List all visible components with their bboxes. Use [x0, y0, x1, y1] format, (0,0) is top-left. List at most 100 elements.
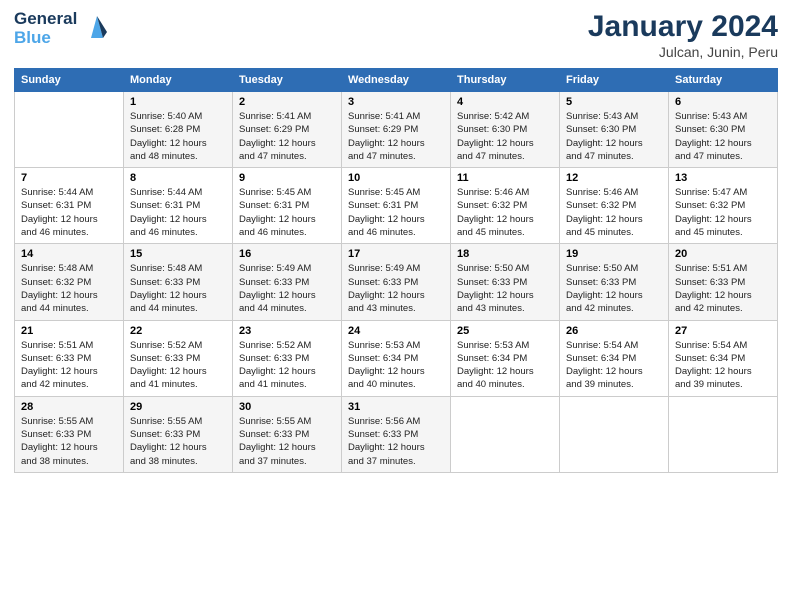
day-number: 13: [675, 172, 771, 184]
day-cell: 13 Sunrise: 5:47 AMSunset: 6:32 PMDayligh…: [669, 168, 778, 244]
day-cell: 6 Sunrise: 5:43 AMSunset: 6:30 PMDaylight…: [669, 92, 778, 168]
day-info: Sunrise: 5:45 AMSunset: 6:31 PMDaylight:…: [348, 186, 444, 239]
header: General Blue January 2024 Julcan, Junin,…: [14, 10, 778, 60]
day-info: Sunrise: 5:44 AMSunset: 6:31 PMDaylight:…: [130, 186, 226, 239]
day-number: 23: [239, 325, 335, 337]
day-cell: 26 Sunrise: 5:54 AMSunset: 6:34 PMDayligh…: [560, 320, 669, 396]
day-info: Sunrise: 5:55 AMSunset: 6:33 PMDaylight:…: [239, 415, 335, 468]
week-row-4: 21 Sunrise: 5:51 AMSunset: 6:33 PMDayligh…: [15, 320, 778, 396]
day-cell: 4 Sunrise: 5:42 AMSunset: 6:30 PMDaylight…: [451, 92, 560, 168]
day-info: Sunrise: 5:49 AMSunset: 6:33 PMDaylight:…: [239, 262, 335, 315]
header-cell-thursday: Thursday: [451, 69, 560, 92]
day-number: 21: [21, 325, 117, 337]
day-cell: 8 Sunrise: 5:44 AMSunset: 6:31 PMDaylight…: [124, 168, 233, 244]
day-cell: 14Sunrise: 5:48 AMSunset: 6:32 PMDayligh…: [15, 244, 124, 320]
day-number: 17: [348, 248, 444, 260]
day-info: Sunrise: 5:44 AMSunset: 6:31 PMDaylight:…: [21, 186, 117, 239]
day-number: 6: [675, 96, 771, 108]
day-cell: 29Sunrise: 5:55 AMSunset: 6:33 PMDayligh…: [124, 396, 233, 472]
header-cell-monday: Monday: [124, 69, 233, 92]
day-info: Sunrise: 5:48 AMSunset: 6:33 PMDaylight:…: [130, 262, 226, 315]
day-info: Sunrise: 5:40 AMSunset: 6:28 PMDaylight:…: [130, 110, 226, 163]
page: General Blue January 2024 Julcan, Junin,…: [0, 0, 792, 612]
day-info: Sunrise: 5:49 AMSunset: 6:33 PMDaylight:…: [348, 262, 444, 315]
week-row-3: 14Sunrise: 5:48 AMSunset: 6:32 PMDayligh…: [15, 244, 778, 320]
day-number: 15: [130, 248, 226, 260]
day-info: Sunrise: 5:42 AMSunset: 6:30 PMDaylight:…: [457, 110, 553, 163]
day-info: Sunrise: 5:50 AMSunset: 6:33 PMDaylight:…: [566, 262, 662, 315]
day-info: Sunrise: 5:55 AMSunset: 6:33 PMDaylight:…: [21, 415, 117, 468]
header-cell-tuesday: Tuesday: [233, 69, 342, 92]
day-number: 24: [348, 325, 444, 337]
day-cell: 25 Sunrise: 5:53 AMSunset: 6:34 PMDayligh…: [451, 320, 560, 396]
day-number: 18: [457, 248, 553, 260]
day-cell: 10 Sunrise: 5:45 AMSunset: 6:31 PMDayligh…: [342, 168, 451, 244]
day-info: Sunrise: 5:56 AMSunset: 6:33 PMDaylight:…: [348, 415, 444, 468]
day-cell: 11Sunrise: 5:46 AMSunset: 6:32 PMDayligh…: [451, 168, 560, 244]
day-number: 22: [130, 325, 226, 337]
day-number: 3: [348, 96, 444, 108]
week-row-5: 28 Sunrise: 5:55 AMSunset: 6:33 PMDayligh…: [15, 396, 778, 472]
day-info: Sunrise: 5:46 AMSunset: 6:32 PMDaylight:…: [566, 186, 662, 239]
day-info: Sunrise: 5:52 AMSunset: 6:33 PMDaylight:…: [130, 339, 226, 392]
header-row: SundayMondayTuesdayWednesdayThursdayFrid…: [15, 69, 778, 92]
week-row-2: 7 Sunrise: 5:44 AMSunset: 6:31 PMDaylight…: [15, 168, 778, 244]
week-row-1: 1 Sunrise: 5:40 AMSunset: 6:28 PMDaylight…: [15, 92, 778, 168]
day-cell: 20Sunrise: 5:51 AMSunset: 6:33 PMDayligh…: [669, 244, 778, 320]
day-cell: 2 Sunrise: 5:41 AMSunset: 6:29 PMDaylight…: [233, 92, 342, 168]
day-cell: 3Sunrise: 5:41 AMSunset: 6:29 PMDaylight…: [342, 92, 451, 168]
day-cell: [451, 396, 560, 472]
day-info: Sunrise: 5:51 AMSunset: 6:33 PMDaylight:…: [675, 262, 771, 315]
day-info: Sunrise: 5:54 AMSunset: 6:34 PMDaylight:…: [566, 339, 662, 392]
day-cell: 23 Sunrise: 5:52 AMSunset: 6:33 PMDayligh…: [233, 320, 342, 396]
logo-general: General: [14, 10, 77, 29]
day-number: 2: [239, 96, 335, 108]
subtitle: Julcan, Junin, Peru: [588, 44, 778, 60]
day-info: Sunrise: 5:54 AMSunset: 6:34 PMDaylight:…: [675, 339, 771, 392]
day-cell: 5 Sunrise: 5:43 AMSunset: 6:30 PMDaylight…: [560, 92, 669, 168]
day-info: Sunrise: 5:53 AMSunset: 6:34 PMDaylight:…: [348, 339, 444, 392]
header-cell-saturday: Saturday: [669, 69, 778, 92]
day-info: Sunrise: 5:41 AMSunset: 6:29 PMDaylight:…: [239, 110, 335, 163]
main-title: January 2024: [588, 10, 778, 44]
day-info: Sunrise: 5:51 AMSunset: 6:33 PMDaylight:…: [21, 339, 117, 392]
day-info: Sunrise: 5:53 AMSunset: 6:34 PMDaylight:…: [457, 339, 553, 392]
day-info: Sunrise: 5:43 AMSunset: 6:30 PMDaylight:…: [566, 110, 662, 163]
logo: General Blue: [14, 10, 113, 47]
day-cell: [669, 396, 778, 472]
day-cell: 24 Sunrise: 5:53 AMSunset: 6:34 PMDayligh…: [342, 320, 451, 396]
day-number: 5: [566, 96, 662, 108]
day-cell: 16 Sunrise: 5:49 AMSunset: 6:33 PMDayligh…: [233, 244, 342, 320]
day-cell: 17 Sunrise: 5:49 AMSunset: 6:33 PMDayligh…: [342, 244, 451, 320]
day-number: 12: [566, 172, 662, 184]
day-cell: 21 Sunrise: 5:51 AMSunset: 6:33 PMDayligh…: [15, 320, 124, 396]
day-number: 19: [566, 248, 662, 260]
day-cell: 22 Sunrise: 5:52 AMSunset: 6:33 PMDayligh…: [124, 320, 233, 396]
logo-blue: Blue: [14, 29, 77, 48]
day-info: Sunrise: 5:43 AMSunset: 6:30 PMDaylight:…: [675, 110, 771, 163]
header-cell-friday: Friday: [560, 69, 669, 92]
header-cell-wednesday: Wednesday: [342, 69, 451, 92]
day-cell: 1 Sunrise: 5:40 AMSunset: 6:28 PMDaylight…: [124, 92, 233, 168]
day-number: 16: [239, 248, 335, 260]
day-cell: 12 Sunrise: 5:46 AMSunset: 6:32 PMDayligh…: [560, 168, 669, 244]
day-number: 8: [130, 172, 226, 184]
day-cell: 18 Sunrise: 5:50 AMSunset: 6:33 PMDayligh…: [451, 244, 560, 320]
day-info: Sunrise: 5:48 AMSunset: 6:32 PMDaylight:…: [21, 262, 117, 315]
day-number: 10: [348, 172, 444, 184]
day-number: 4: [457, 96, 553, 108]
day-number: 28: [21, 401, 117, 413]
day-number: 1: [130, 96, 226, 108]
day-info: Sunrise: 5:47 AMSunset: 6:32 PMDaylight:…: [675, 186, 771, 239]
day-number: 25: [457, 325, 553, 337]
day-info: Sunrise: 5:50 AMSunset: 6:33 PMDaylight:…: [457, 262, 553, 315]
day-number: 30: [239, 401, 335, 413]
header-cell-sunday: Sunday: [15, 69, 124, 92]
day-info: Sunrise: 5:52 AMSunset: 6:33 PMDaylight:…: [239, 339, 335, 392]
day-number: 7: [21, 172, 117, 184]
title-block: January 2024 Julcan, Junin, Peru: [588, 10, 778, 60]
day-cell: [560, 396, 669, 472]
day-number: 26: [566, 325, 662, 337]
day-number: 29: [130, 401, 226, 413]
day-cell: 28 Sunrise: 5:55 AMSunset: 6:33 PMDayligh…: [15, 396, 124, 472]
